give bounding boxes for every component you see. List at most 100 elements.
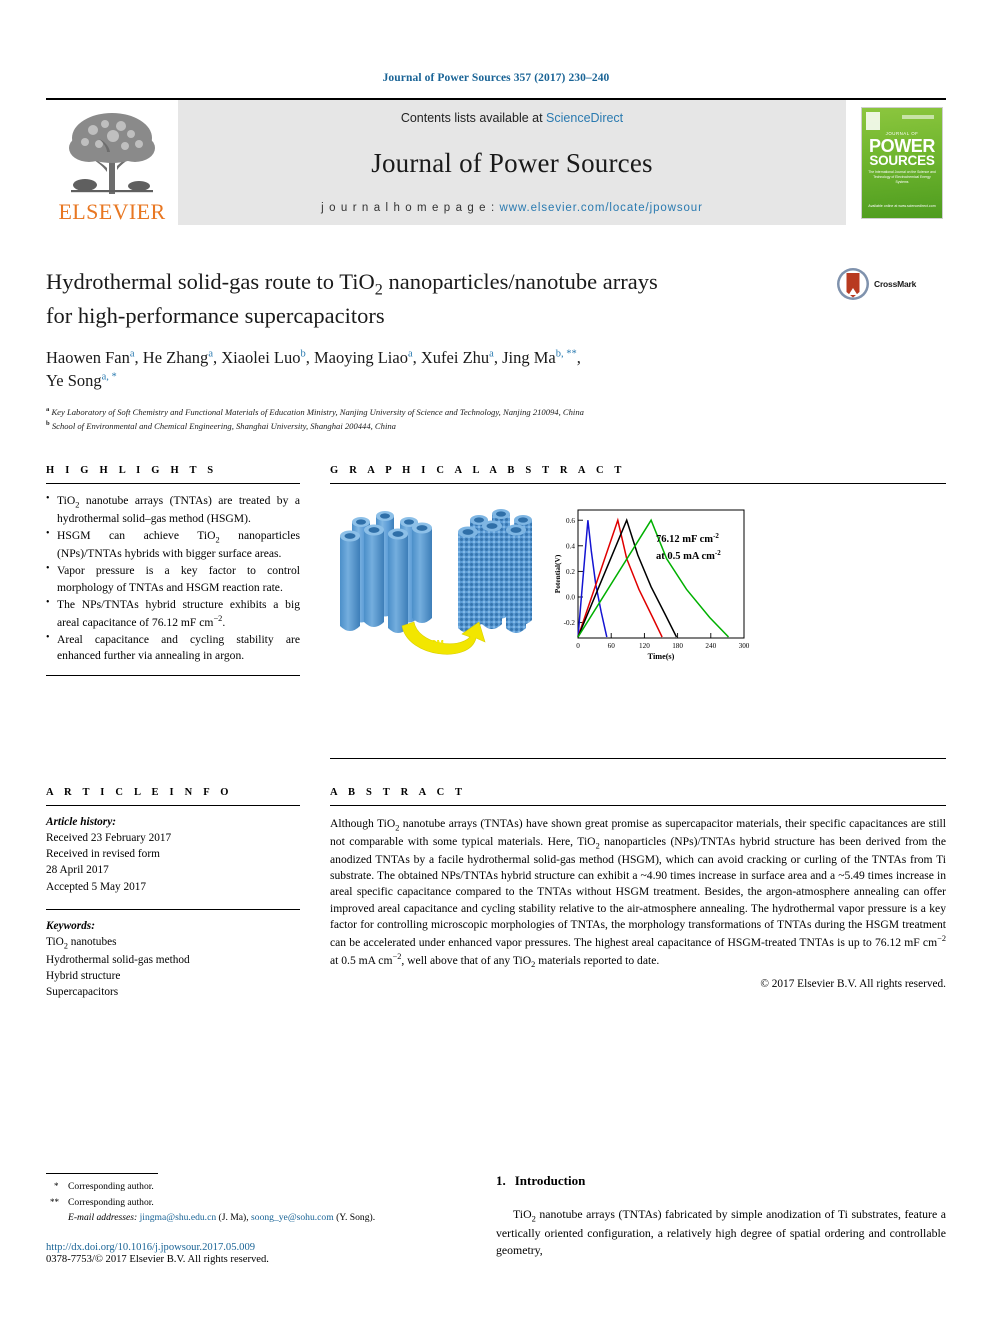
author-name: Xufei Zhu [420,347,490,367]
section-title: Introduction [514,1173,586,1189]
journal-homepage-url[interactable]: www.elsevier.com/locate/jpowsour [500,202,703,214]
affiliation-text: Key Laboratory of Soft Chemistry and Fun… [51,406,584,417]
cover-title-line1: POWER [868,135,935,156]
abstract-copyright: © 2017 Elsevier B.V. All rights reserved… [760,978,946,991]
sciencedirect-link[interactable]: ScienceDirect [546,111,623,125]
doi-link[interactable]: http://dx.doi.org/10.1016/j.jpowsour.201… [46,1242,466,1253]
elsevier-tree-icon [69,113,155,194]
footnote-text: Corresponding author. [68,1181,154,1193]
journal-title: Journal of Power Sources [371,148,653,178]
svg-text:0.0: 0.0 [566,594,575,602]
elsevier-logo: ELSEVIER [46,100,178,225]
author-affiliation-mark: b [300,348,306,360]
history-item: Received 23 February 2017 [46,832,172,845]
hsgm-arrow-label: HSGM [418,638,444,648]
section-number: 1. [496,1173,506,1189]
article-info-and-abstract: A R T I C L E I N F O Article history: R… [46,787,946,1000]
svg-text:-0.2: -0.2 [564,619,576,627]
author-list: Haowen Fana, He Zhanga, Xiaolei Luob, Ma… [46,347,581,391]
footnote-corresponding-1: * Corresponding author. [46,1179,466,1195]
cover-subtitle: The International Journal on the Science… [868,169,936,184]
cover-supertitle: JOURNAL OF [885,130,919,136]
paper-page: Journal of Power Sources 357 (2017) 230–… [0,0,992,1323]
history-item: 28 April 2017 [46,864,109,877]
affiliation-item: a Key Laboratory of Soft Chemistry and F… [46,405,828,419]
keyword-item: Supercapacitors [46,986,119,999]
abstract-box: Although TiO2 nanotube arrays (TNTAs) ha… [330,805,946,990]
page-footer-area: * Corresponding author. ** Corresponding a… [46,1173,946,1265]
article-history: Article history: Received 23 February 20… [46,806,300,909]
cover-title-line2: SOURCES [869,152,935,168]
svg-text:0.6: 0.6 [566,517,575,525]
issn-copyright-line: 0378-7753/© 2017 Elsevier B.V. All right… [46,1254,269,1265]
title-part-2: nanoparticles/nanotube arrays [382,269,658,294]
author-name: Ye Song [46,371,102,391]
author-name: He Zhang [142,347,209,367]
email-addresses-line: E-mail addresses: jingma@shu.edu.cn (J. … [68,1212,376,1224]
svg-text:180: 180 [672,642,683,650]
email-link[interactable]: jingma@shu.edu.cn [140,1212,217,1223]
journal-masthead: ELSEVIER Contents lists available at Sci… [46,98,946,225]
keywords-block: Keywords: TiO2 nanotubes Hydrothermal so… [46,910,300,1000]
author-affiliation-mark: a [129,348,135,360]
cover-issn-line [902,114,934,119]
highlights-column: H I G H L I G H T S TiO2 nanotube arrays… [46,465,300,759]
email-owner: (J. Ma) [218,1212,247,1224]
author-affiliation-mark: a [489,348,494,360]
keywords-label: Keywords: [46,919,95,932]
crossmark-badge[interactable]: CrossMark [836,267,946,301]
introduction-column: 1. Introduction TiO2 nanotube arrays (TNT… [496,1173,946,1265]
footnotes-column: * Corresponding author. ** Corresponding a… [46,1173,466,1265]
graphical-abstract-body: HSGM -0.2 0.0 0.2 0.4 0.6 0 60 120 180 2… [330,484,946,758]
affiliation-list: a Key Laboratory of Soft Chemistry and F… [46,405,828,433]
author-affiliation-mark: a [407,348,413,360]
footnote-corresponding-2: ** Corresponding author. [46,1195,466,1211]
list-item: Vapor pressure is a key factor to contro… [46,562,300,595]
author-affiliation-mark: a [208,348,213,360]
cover-image: JOURNAL OF POWER SOURCES The Internation… [861,106,943,219]
crossmark-icon [837,268,869,300]
title-block: Hydrothermal solid-gas route to TiO2 nan… [46,267,946,433]
svg-text:0.4: 0.4 [566,542,575,550]
list-item: The NPs/TNTAs hybrid structure exhibits … [46,596,300,631]
article-history-box: Article history: Received 23 February 20… [46,805,300,910]
history-item: Accepted 5 May 2017 [46,880,147,893]
contents-prefix: Contents lists available at [400,111,547,125]
svg-text:0: 0 [576,642,580,650]
author-name: Maoying Liao [314,347,408,367]
email-label: E-mail addresses: [68,1212,138,1224]
y-axis-label: Potential(V) [553,554,562,593]
author-name: Xiaolei Luo [221,347,301,367]
gcd-chart-svg: -0.2 0.0 0.2 0.4 0.6 0 60 120 180 240 30… [553,509,750,661]
affiliation-text: School of Environmental and Chemical Eng… [51,420,396,431]
highlights-list: TiO2 nanotube arrays (TNTAs) are treated… [46,484,300,675]
title-part-1: Hydrothermal solid-gas route to TiO [46,269,375,294]
x-axis-tick-labels: 0 60 120 180 240 300 [576,642,750,650]
abstract-column: A B S T R A C T Although TiO2 nanotube a… [330,787,946,1000]
email-link[interactable]: soong_ye@sohu.com [251,1212,334,1223]
keyword-item: Hydrothermal solid-gas method [46,953,190,966]
author-name: Haowen Fan [46,347,130,367]
elsevier-wordmark: ELSEVIER [58,199,166,224]
nanoparticle-decorated-nanotubes [458,509,532,633]
abstract-heading: A B S T R A C T [330,787,467,798]
list-item: TiO2 nanotube arrays (TNTAs) are treated… [46,492,300,527]
double-asterisk-icon: ** [50,1196,59,1207]
keyword-item: Hybrid structure [46,969,121,982]
svg-text:0.2: 0.2 [566,568,575,576]
author-affiliation-mark: b, ** [555,348,577,360]
list-item: Areal capacitance and cycling stability … [46,631,300,664]
svg-text:240: 240 [705,642,716,650]
svg-text:300: 300 [739,642,750,650]
highlights-heading: H I G H L I G H T S [46,465,218,476]
email-owner: (Y. Song) [336,1212,373,1224]
smooth-nanotubes [340,511,432,633]
svg-text:60: 60 [608,642,616,650]
article-history-label: Article history: [46,816,116,828]
nanotube-schematic-diagram: HSGM [340,509,532,655]
graphical-abstract-heading: G R A P H I C A L A B S T R A C T [330,465,626,476]
list-item: HSGM can achieve TiO2 nanoparticles (NPs… [46,527,300,562]
author-affiliation-mark: a, * [101,371,117,383]
x-axis-label: Time(s) [648,652,675,661]
contents-available-line: Contents lists available at ScienceDirec… [401,111,623,125]
